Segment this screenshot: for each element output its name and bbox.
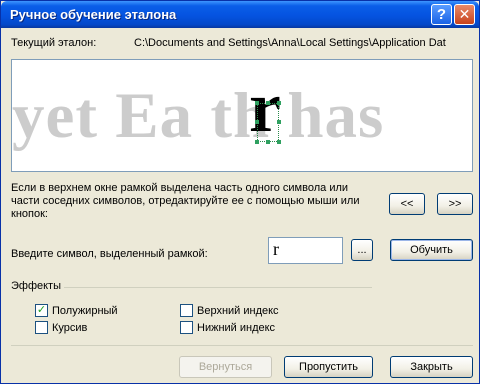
symbol-input[interactable]: r [268,237,343,264]
browse-button[interactable]: ... [351,239,373,261]
frame-handle[interactable] [277,101,281,105]
frame-handle[interactable] [255,120,259,124]
group-divider [64,287,372,288]
checkbox-box [180,321,193,334]
title-bar[interactable]: Ручное обучение эталона ? ✕ [1,1,479,28]
symbol-input-label: Введите символ, выделенный рамкой: [11,248,208,260]
effects-group-label: Эффекты [11,280,62,292]
frame-handle[interactable] [255,101,259,105]
frame-handle[interactable] [277,140,281,144]
next-symbol-button[interactable]: >> [437,193,473,215]
checkbox-box [35,321,48,334]
current-template-path: C:\Documents and Settings\Anna\Local Set… [134,37,446,49]
back-button[interactable]: Вернуться [179,356,272,378]
checkmark-icon: ✓ [35,304,48,317]
frame-handle[interactable] [266,140,270,144]
subscript-checkbox[interactable]: Нижний индекс [180,321,275,334]
glyph-preview[interactable]: yet Ea th has r [11,59,473,172]
help-icon[interactable]: ? [431,4,452,25]
window-title: Ручное обучение эталона [10,7,177,22]
current-template-label: Текущий эталон: [11,37,97,49]
checkbox-box [180,304,193,317]
italic-label: Курсив [52,321,88,334]
frame-handle[interactable] [255,140,259,144]
superscript-label: Верхний индекс [197,304,279,317]
instructions-text: Если в верхнем окне рамкой выделена част… [11,182,360,220]
preview-text: yet Ea th has [12,80,385,152]
selection-frame[interactable] [257,103,279,142]
training-dialog: Ручное обучение эталона ? ✕ Текущий этал… [0,0,480,384]
close-icon[interactable]: ✕ [454,4,475,25]
superscript-checkbox[interactable]: Верхний индекс [180,304,279,317]
bold-checkbox[interactable]: ✓ Полужирный [35,304,118,317]
skip-button[interactable]: Пропустить [284,356,373,378]
prev-symbol-button[interactable]: << [389,193,425,215]
footer-divider [11,345,473,346]
italic-checkbox[interactable]: Курсив [35,321,87,334]
train-button[interactable]: Обучить [390,239,473,261]
close-button[interactable]: Закрыть [390,356,473,378]
bold-label: Полужирный [52,304,118,317]
frame-handle[interactable] [277,120,281,124]
frame-handle[interactable] [266,101,270,105]
subscript-label: Нижний индекс [197,321,276,334]
